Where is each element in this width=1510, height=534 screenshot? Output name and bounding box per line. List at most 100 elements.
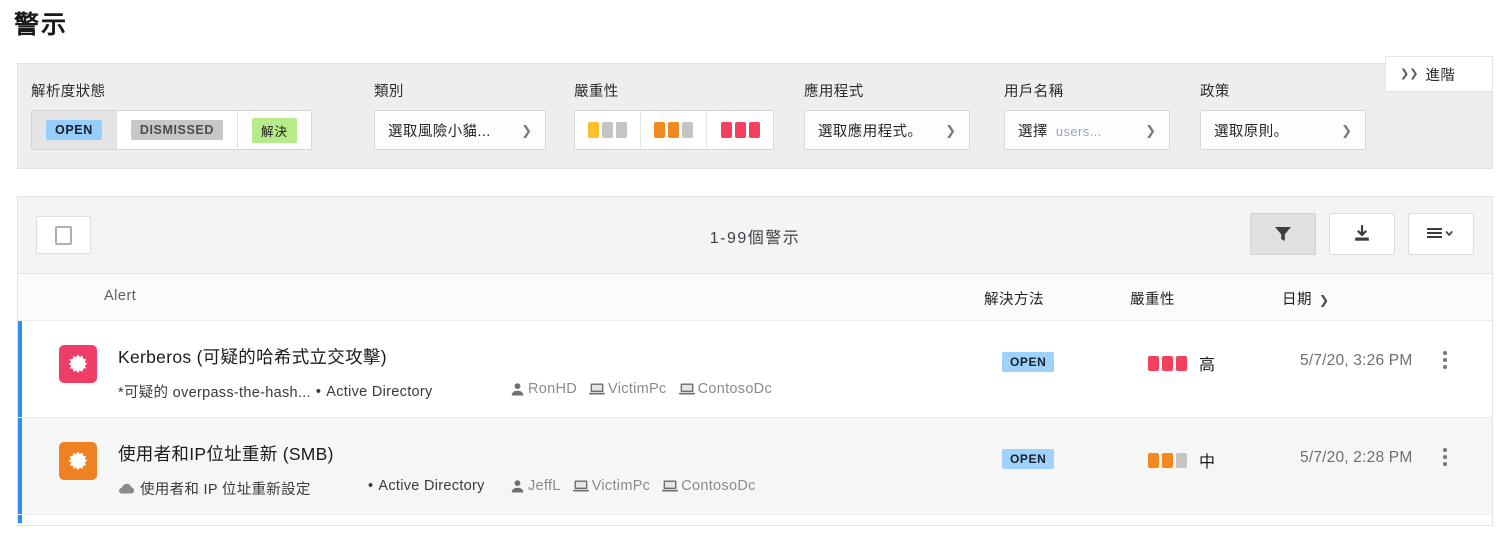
column-header-severity[interactable]: 嚴重性	[1130, 288, 1175, 309]
date-cell: 5/7/20, 2:28 PM	[1300, 449, 1413, 466]
severity-bar-filled	[588, 122, 599, 138]
table-row[interactable]: Kerberos (可疑的哈希式立交攻擊) *可疑的 overpass-the-…	[18, 321, 1492, 418]
alert-title[interactable]: 使用者和IP位址重新 (SMB)	[118, 441, 334, 466]
filter-resolution-status: 解析度狀態 OPEN DISMISSED 解決	[31, 80, 313, 150]
export-button[interactable]	[1329, 213, 1395, 255]
entity-device[interactable]: ContosoDc	[678, 381, 773, 397]
entity-user[interactable]: RonHD	[510, 381, 577, 397]
alert-subtitle-separator: •	[315, 383, 322, 400]
resolution-dismissed-chip: DISMISSED	[130, 120, 223, 140]
alert-title[interactable]: Kerberos (可疑的哈希式立交攻擊)	[118, 344, 387, 369]
page-title: 警示	[14, 11, 69, 39]
severity-option-high[interactable]	[707, 111, 773, 149]
alert-source-wrap: • Active Directory	[368, 478, 485, 494]
chevron-down-icon: ❯	[1319, 293, 1330, 307]
severity-cell: 中	[1148, 448, 1216, 472]
severity-bar-filled	[734, 122, 746, 138]
advanced-filters-label: 進階	[1425, 67, 1456, 84]
kebab-menu-icon[interactable]	[1436, 347, 1454, 373]
column-header-date-label: 日期	[1282, 292, 1312, 308]
severity-label: 高	[1199, 357, 1216, 374]
double-chevron-down-icon: ❯❯	[1400, 67, 1419, 80]
severity-bar-empty	[602, 122, 613, 138]
resolution-option-dismissed[interactable]: DISMISSED	[116, 111, 238, 149]
filter-application: 應用程式 選取應用程式。 ❯	[804, 80, 970, 150]
advanced-filters-button[interactable]: ❯❯ 進階	[1385, 56, 1493, 92]
application-dropdown-value: 選取應用程式。	[818, 123, 923, 140]
filter-resolution-label: 解析度狀態	[31, 84, 106, 100]
alert-subtitle-text: 使用者和 IP 位址重新設定	[140, 482, 311, 498]
chevron-down-icon: ❯	[1145, 122, 1156, 138]
username-dropdown[interactable]: 選擇 users... ❯	[1004, 110, 1170, 150]
severity-option-medium[interactable]	[641, 111, 707, 149]
column-header-resolution[interactable]: 解決方法	[984, 288, 1044, 309]
column-header-date[interactable]: 日期 ❯	[1282, 288, 1330, 309]
policy-dropdown[interactable]: 選取原則。 ❯	[1200, 110, 1366, 150]
severity-bar-filled	[654, 122, 665, 138]
resolution-segmented-control: OPEN DISMISSED 解決	[31, 110, 313, 150]
column-options-button[interactable]	[1408, 213, 1474, 255]
kebab-menu-icon[interactable]	[1436, 444, 1454, 470]
entity-user[interactable]: JeffL	[510, 478, 561, 494]
toolbar-actions	[1250, 213, 1474, 255]
severity-label: 中	[1199, 454, 1216, 471]
column-header-alert[interactable]: Alert	[104, 288, 136, 304]
filter-application-label: 應用程式	[804, 84, 864, 100]
funnel-icon	[1275, 227, 1291, 241]
status-badge: OPEN	[1002, 449, 1055, 469]
resolution-option-resolved[interactable]: 解決	[238, 111, 312, 149]
severity-option-low[interactable]	[575, 111, 641, 149]
computer-icon	[678, 383, 695, 395]
alert-source: Active Directory	[326, 383, 433, 400]
severity-bar-empty	[616, 122, 627, 138]
filter-toggle-button[interactable]	[1250, 213, 1316, 255]
alerts-results-panel: 1-99個警示 Alert 解決方法 嚴重性 日期 ❯ Kerberos (可疑…	[17, 196, 1493, 526]
entity-device[interactable]: VictimPc	[572, 478, 651, 494]
alert-subtitle: *可疑的 overpass-the-hash... • Active Direc…	[118, 381, 433, 402]
severity-bar-filled	[1162, 452, 1173, 468]
severity-picker	[574, 110, 774, 150]
severity-bar-filled	[748, 122, 760, 138]
results-toolbar: 1-99個警示	[18, 197, 1492, 274]
list-menu-icon	[1427, 228, 1453, 238]
filter-category-label: 類別	[374, 84, 404, 100]
entity-name: JeffL	[528, 478, 561, 494]
severity-bar-filled	[1176, 355, 1187, 371]
chevron-down-icon: ❯	[1341, 122, 1352, 138]
status-badge: OPEN	[1002, 352, 1055, 372]
cloud-icon	[119, 483, 135, 494]
user-icon	[511, 479, 524, 492]
entity-name: VictimPc	[591, 478, 651, 494]
row-accent-bar	[18, 418, 22, 514]
download-icon	[1355, 224, 1369, 241]
chevron-down-icon: ❯	[521, 122, 532, 138]
severity-bar-filled	[668, 122, 679, 138]
user-icon	[511, 382, 524, 395]
severity-bar-filled	[1148, 355, 1159, 371]
entity-device[interactable]: ContosoDc	[662, 478, 755, 494]
entity-name: ContosoDc	[697, 381, 773, 397]
policy-dropdown-value: 選取原則。	[1214, 123, 1289, 140]
filter-username-label: 用戶名稱	[1004, 84, 1064, 100]
table-row-partial[interactable]	[18, 515, 1492, 523]
application-dropdown[interactable]: 選取應用程式。 ❯	[804, 110, 970, 150]
category-dropdown-value: 選取風險小貓...	[388, 123, 491, 140]
filter-severity: 嚴重性	[574, 80, 774, 150]
filter-policy: 政策 選取原則。 ❯	[1200, 80, 1366, 150]
computer-icon	[572, 480, 589, 492]
filter-policy-label: 政策	[1200, 84, 1230, 100]
table-row[interactable]: 使用者和IP位址重新 (SMB) 使用者和 IP 位址重新設定 • Active…	[18, 418, 1492, 515]
category-dropdown[interactable]: 選取風險小貓... ❯	[374, 110, 546, 150]
computer-icon	[662, 480, 679, 492]
entity-name: ContosoDc	[681, 478, 756, 494]
severity-bar-filled	[720, 122, 732, 138]
alert-entities: JeffL VictimPc ContosoDc	[510, 478, 756, 494]
entity-device[interactable]: VictimPc	[589, 381, 667, 397]
filter-severity-label: 嚴重性	[574, 84, 619, 100]
resolution-open-chip: OPEN	[46, 120, 102, 140]
severity-bar-empty	[682, 122, 693, 138]
resolution-option-open[interactable]: OPEN	[32, 111, 117, 149]
chevron-down-icon: ❯	[945, 122, 956, 138]
date-cell: 5/7/20, 3:26 PM	[1300, 352, 1413, 369]
entity-name: RonHD	[528, 381, 578, 397]
